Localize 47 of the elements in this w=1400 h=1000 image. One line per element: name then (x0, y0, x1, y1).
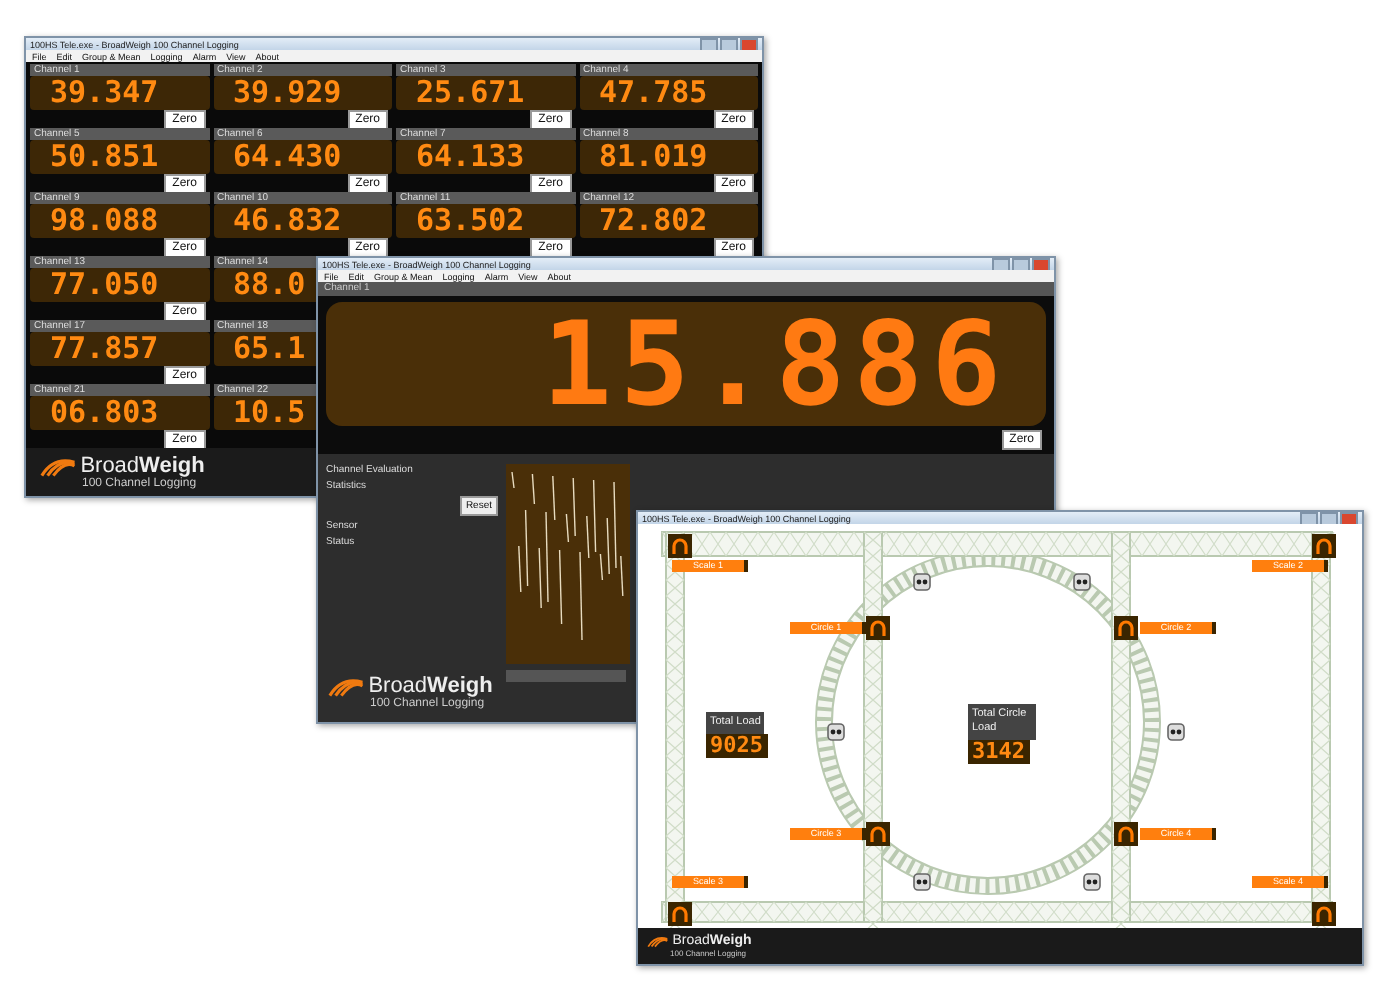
swoosh-icon (646, 934, 669, 948)
segment-display: 39.929 (213, 76, 392, 110)
segment-display: 9025 (706, 734, 767, 758)
swoosh-icon (38, 454, 77, 478)
segment-display: 77.050 (30, 268, 209, 302)
logo-text: BroadWeigh (368, 674, 493, 698)
scroll-bar[interactable] (506, 670, 626, 682)
maximize-icon[interactable] (1320, 511, 1338, 525)
load-cell-icon (668, 534, 692, 558)
logo-text: BroadWeigh (80, 454, 205, 478)
segment-display: 47.785 (579, 76, 758, 110)
segment-display: 25.671 (396, 76, 575, 110)
segment-display: 98.088 (30, 204, 209, 238)
segment-display: 81.019 (579, 140, 758, 174)
minimize-icon[interactable] (700, 37, 718, 51)
minimize-icon[interactable] (992, 257, 1010, 271)
segment-display: 3142 (968, 740, 1029, 764)
maximize-icon[interactable] (1012, 257, 1030, 271)
load-cell-icon (1312, 534, 1336, 558)
maximize-icon[interactable] (720, 37, 738, 51)
segment-display: 77.857 (30, 332, 209, 366)
close-icon[interactable] (1340, 511, 1358, 525)
segment-display: 63.502 (396, 204, 575, 238)
segment-display: 15.886 (326, 302, 1046, 426)
segment-display: 64.133 (396, 140, 575, 174)
segment-display: 06.803 (30, 396, 209, 430)
segment-display: 50.851 (30, 140, 209, 174)
segment-display: 64.430 (213, 140, 392, 174)
segment-display: 46.832 (213, 204, 392, 238)
hoist-icon (1082, 872, 1102, 892)
load-cell-icon (866, 822, 890, 846)
load-cell-icon (866, 616, 890, 640)
hoist-icon (912, 872, 932, 892)
hoist-icon (1166, 722, 1186, 742)
hoist-icon (1072, 572, 1092, 592)
segment-display: 39.347 (30, 76, 209, 110)
swoosh-icon (326, 674, 365, 698)
load-cell-icon (668, 902, 692, 926)
close-icon[interactable] (1032, 257, 1050, 271)
segment-display: 72.802 (579, 204, 758, 238)
hoist-icon (912, 572, 932, 592)
load-cell-icon (1312, 902, 1336, 926)
hoist-icon (826, 722, 846, 742)
load-cell-icon (1114, 616, 1138, 640)
close-icon[interactable] (740, 37, 758, 51)
load-cell-icon (1114, 822, 1138, 846)
minimize-icon[interactable] (1300, 511, 1318, 525)
